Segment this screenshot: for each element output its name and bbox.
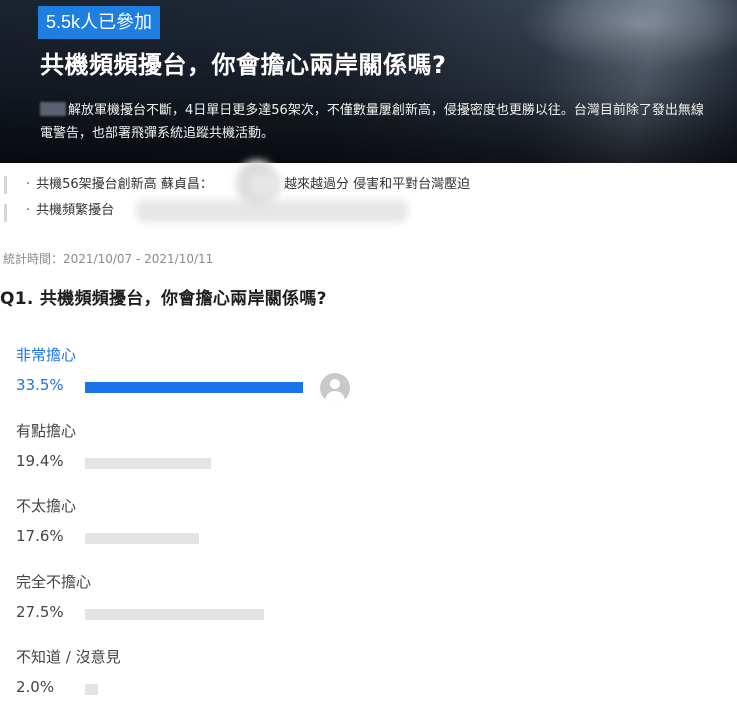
redacted-block	[250, 174, 280, 196]
related-link-1[interactable]: · 共機56架擾台創新高 蘇貞昌：	[26, 176, 213, 194]
option-bar-fill	[85, 457, 211, 469]
option-bar-fill	[85, 533, 199, 544]
option-bar-fill	[85, 608, 264, 620]
poll-description: 解放軍機擾台不斷，4日單日更多達56架次，不僅數量屢創新高，侵擾密度也更勝以往。…	[40, 102, 704, 141]
option-label[interactable]: 有點擔心	[16, 420, 76, 441]
poll-banner: 5.5k人已參加 共機頻頻擾台，你會擔心兩岸關係嗎? 解放軍機擾台不斷，4日單日…	[0, 0, 737, 163]
related-articles: · 共機56架擾台創新高 蘇貞昌： 越來越過分 侵害和平對台灣壓迫 · 共機頻繁擾台	[0, 160, 737, 228]
option-percent: 2.0%	[16, 678, 55, 696]
option-percent: 33.5%	[16, 376, 64, 394]
option-label[interactable]: 不知道 / 沒意見	[16, 646, 121, 667]
option-label[interactable]: 完全不擔心	[16, 571, 91, 592]
participants-badge: 5.5k人已參加	[38, 6, 161, 39]
option-bar-fill	[85, 382, 303, 393]
redacted-block	[136, 200, 408, 222]
option-label[interactable]: 非常擔心	[16, 344, 76, 365]
redacted-block	[40, 102, 66, 116]
poll-title: 共機頻頻擾台，你會擔心兩岸關係嗎?	[40, 51, 447, 79]
user-avatar-icon	[320, 373, 350, 403]
option-percent: 17.6%	[16, 527, 64, 545]
related-link-1-cont[interactable]: 越來越過分 侵害和平對台灣壓迫	[284, 176, 470, 194]
option-percent: 19.4%	[16, 451, 64, 470]
option-label[interactable]: 不太擔心	[16, 495, 76, 516]
stats-period: 統計時間：2021/10/07 - 2021/10/11	[3, 252, 214, 266]
related-link-2[interactable]: · 共機頻繁擾台	[26, 202, 114, 220]
option-bar-fill	[85, 684, 98, 695]
question-text: Q1. 共機頻頻擾台，你會擔心兩岸關係嗎?	[0, 289, 327, 309]
option-percent: 27.5%	[16, 602, 64, 621]
